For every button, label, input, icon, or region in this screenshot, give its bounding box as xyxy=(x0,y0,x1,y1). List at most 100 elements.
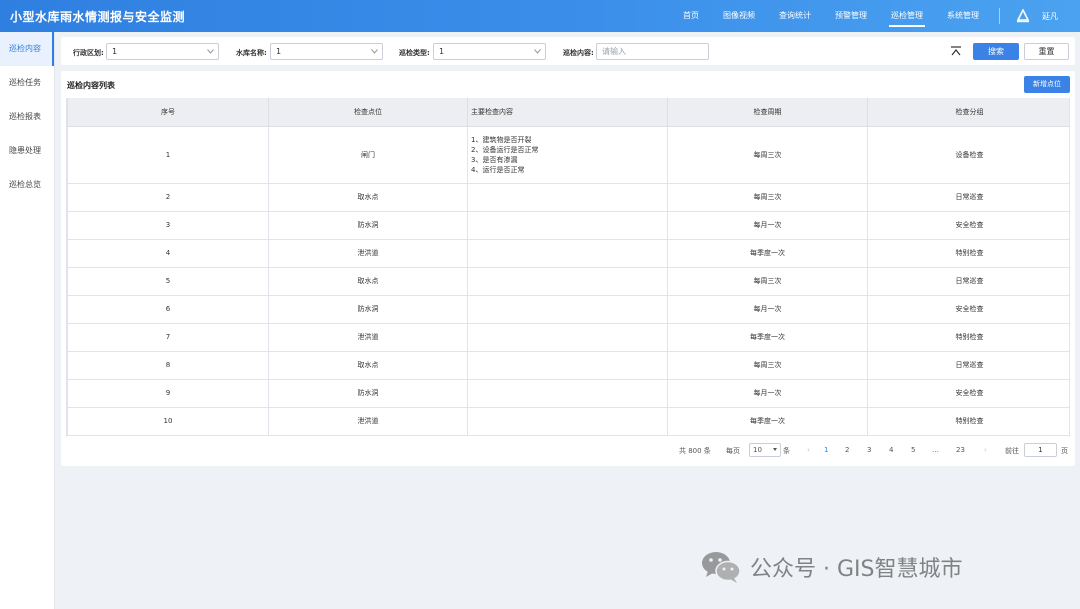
table-row[interactable]: 9 防水洞 每月一次 安全检查 xyxy=(67,378,1069,408)
nav-alert-management[interactable]: 预警管理 xyxy=(823,0,879,32)
cell-point: 泄洪道 xyxy=(268,322,468,352)
app-title: 小型水库雨水情测报与安全监测 xyxy=(10,10,186,24)
table-row[interactable]: 1 闸门 1、建筑物是否开裂 2、设备运行是否正常 3、是否有渗漏 4、运行是否… xyxy=(67,125,1069,184)
cell-group: 安全检查 xyxy=(867,378,1069,408)
sidebar-item-inspection-overview[interactable]: 巡检总览 xyxy=(0,168,54,202)
cell-cycle: 每周三次 xyxy=(667,350,868,380)
prev-page-button[interactable]: ‹ xyxy=(807,446,810,454)
content-line: 2、设备运行是否正常 xyxy=(471,145,539,154)
reservoir-label: 水库名称: xyxy=(236,49,267,57)
total-count: 共 800 条 xyxy=(679,447,711,455)
table-row[interactable]: 6 防水洞 每月一次 安全检查 xyxy=(67,294,1069,324)
region-select[interactable]: 1 xyxy=(106,43,219,60)
pagination: 共 800 条 每页 10 条 ‹ 1 2 3 4 5 … 23 › 前往 1 … xyxy=(61,442,1075,459)
inspection-table-scroll[interactable]: 序号 检查点位 主要检查内容 检查周期 检查分组 1 闸门 1、建筑物是否开裂 … xyxy=(66,98,1070,437)
inspection-content-input[interactable] xyxy=(596,43,709,60)
column-header-point[interactable]: 检查点位 xyxy=(268,98,468,127)
page-4[interactable]: 4 xyxy=(889,446,893,454)
goto-page-input[interactable]: 1 xyxy=(1024,443,1057,457)
sidebar-item-hazard-handling[interactable]: 隐患处理 xyxy=(0,134,54,168)
cell-cycle: 每月一次 xyxy=(667,294,868,324)
sidebar: 巡检内容 巡检任务 巡检报表 隐患处理 巡检总览 xyxy=(0,32,55,609)
cell-group: 日常巡查 xyxy=(867,350,1069,380)
table-row[interactable]: 4 泄洪道 每季度一次 特别检查 xyxy=(67,238,1069,268)
cell-point: 泄洪道 xyxy=(268,238,468,268)
column-header-content[interactable]: 主要检查内容 xyxy=(467,98,668,127)
nav-separator xyxy=(999,8,1000,24)
cell-no: 4 xyxy=(67,238,269,268)
cell-no: 3 xyxy=(67,210,269,240)
user-menu[interactable]: 延凡 xyxy=(1008,9,1080,23)
cell-cycle: 每周三次 xyxy=(667,266,868,296)
cell-cycle: 每月一次 xyxy=(667,210,868,240)
cell-point: 泄洪道 xyxy=(268,406,468,436)
cell-content xyxy=(467,322,668,352)
cell-no: 8 xyxy=(67,350,269,380)
nav-query-stats[interactable]: 查询统计 xyxy=(767,0,823,32)
nav-inspection-management[interactable]: 巡检管理 xyxy=(879,0,935,32)
watermark: 公众号 · GIS智慧城市 xyxy=(700,547,962,587)
cell-content xyxy=(467,350,668,380)
chevron-down-icon xyxy=(207,49,214,54)
table-row[interactable]: 5 取水点 每周三次 日常巡查 xyxy=(67,266,1069,296)
top-header: 小型水库雨水情测报与安全监测 首页 图像视频 查询统计 预警管理 巡检管理 系统… xyxy=(0,0,1080,32)
region-label: 行政区划: xyxy=(73,49,104,57)
page-size-select[interactable]: 10 xyxy=(749,443,781,457)
cell-point: 取水点 xyxy=(268,350,468,380)
cell-point: 取水点 xyxy=(268,182,468,212)
column-header-no[interactable]: 序号 xyxy=(67,98,269,127)
watermark-text: 公众号 · GIS智慧城市 xyxy=(750,557,963,582)
cell-point: 闸门 xyxy=(268,125,468,184)
cell-point: 防水洞 xyxy=(268,294,468,324)
per-page-label: 每页 xyxy=(726,447,740,455)
column-header-group[interactable]: 检查分组 xyxy=(867,98,1069,127)
goto-unit: 页 xyxy=(1061,447,1068,455)
sidebar-item-inspection-content[interactable]: 巡检内容 xyxy=(0,32,54,66)
sidebar-item-inspection-report[interactable]: 巡检报表 xyxy=(0,100,54,134)
page-5[interactable]: 5 xyxy=(911,446,915,454)
column-header-cycle[interactable]: 检查周期 xyxy=(667,98,868,127)
cell-point: 防水洞 xyxy=(268,378,468,408)
cell-content xyxy=(467,266,668,296)
collapse-icon[interactable] xyxy=(950,45,962,57)
nav-image-video[interactable]: 图像视频 xyxy=(711,0,767,32)
reservoir-select[interactable]: 1 xyxy=(270,43,383,60)
cell-no: 10 xyxy=(67,406,269,436)
add-point-button[interactable]: 新增点位 xyxy=(1024,76,1070,93)
cell-content xyxy=(467,182,668,212)
table-row[interactable]: 8 取水点 每周三次 日常巡查 xyxy=(67,350,1069,380)
cell-cycle: 每周三次 xyxy=(667,182,868,212)
table-row[interactable]: 10 泄洪道 每季度一次 特别检查 xyxy=(67,406,1069,436)
cell-cycle: 每月一次 xyxy=(667,378,868,408)
page-3[interactable]: 3 xyxy=(867,446,871,454)
cell-group: 日常巡查 xyxy=(867,182,1069,212)
cell-content xyxy=(467,238,668,268)
table-row[interactable]: 2 取水点 每周三次 日常巡查 xyxy=(67,182,1069,212)
next-page-button[interactable]: › xyxy=(984,446,987,454)
table-row[interactable]: 3 防水洞 每月一次 安全检查 xyxy=(67,210,1069,240)
cell-no: 5 xyxy=(67,266,269,296)
search-button[interactable]: 搜索 xyxy=(973,43,1019,60)
inspection-type-select[interactable]: 1 xyxy=(433,43,546,60)
reset-button[interactable]: 重置 xyxy=(1024,43,1069,60)
inspection-content-label: 巡检内容: xyxy=(563,49,594,57)
nav-home[interactable]: 首页 xyxy=(671,0,711,32)
sidebar-item-inspection-task[interactable]: 巡检任务 xyxy=(0,66,54,100)
per-page-unit: 条 xyxy=(783,447,790,455)
inspection-type-select-value: 1 xyxy=(439,47,445,56)
page-2[interactable]: 2 xyxy=(845,446,849,454)
caret-down-icon xyxy=(773,448,777,451)
cell-cycle: 每季度一次 xyxy=(667,322,868,352)
page-ellipsis[interactable]: … xyxy=(932,446,939,454)
cell-group: 日常巡查 xyxy=(867,266,1069,296)
page-23[interactable]: 23 xyxy=(956,446,965,454)
page-size-value: 10 xyxy=(753,446,762,454)
inspection-table: 序号 检查点位 主要检查内容 检查周期 检查分组 1 闸门 1、建筑物是否开裂 … xyxy=(67,98,1069,436)
page-1[interactable]: 1 xyxy=(824,446,828,454)
content-line: 4、运行是否正常 xyxy=(471,165,525,174)
reservoir-select-value: 1 xyxy=(276,47,282,56)
table-row[interactable]: 7 泄洪道 每季度一次 特别检查 xyxy=(67,322,1069,352)
chevron-down-icon xyxy=(534,49,541,54)
nav-system-management[interactable]: 系统管理 xyxy=(935,0,991,32)
inspection-type-label: 巡检类型: xyxy=(399,49,430,57)
